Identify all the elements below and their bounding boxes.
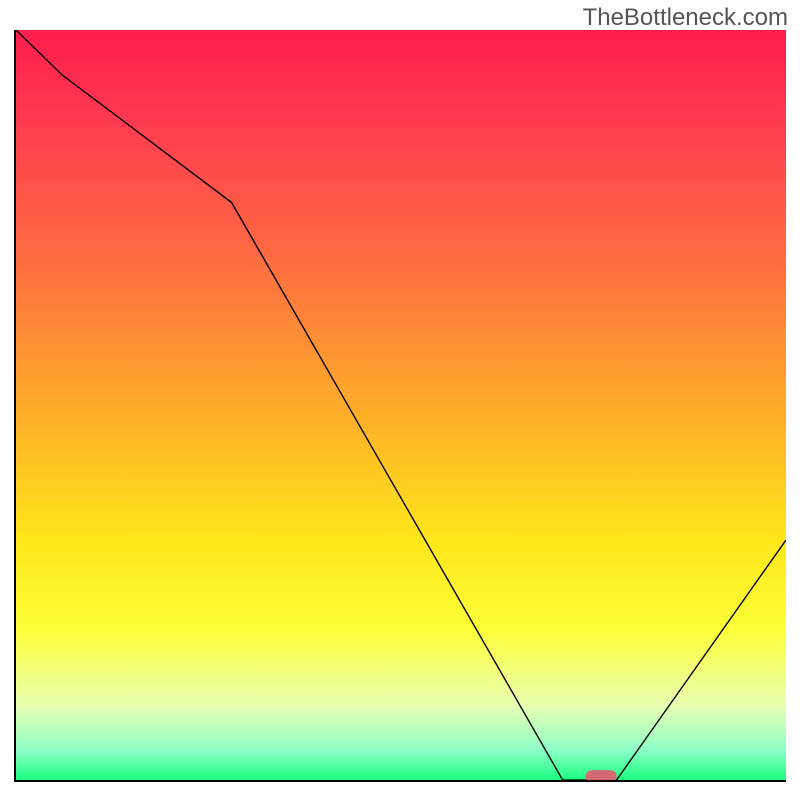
chart-plot-area: [14, 30, 786, 782]
watermark-text: TheBottleneck.com: [583, 4, 788, 32]
chart-optimum-marker: [16, 30, 786, 780]
